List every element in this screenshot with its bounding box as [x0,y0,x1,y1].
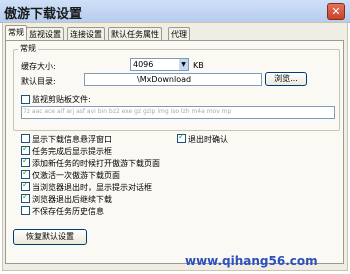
title-bar: 傲游下载设置 ✕ [0,0,350,23]
option-checkbox-0[interactable] [21,134,30,143]
option-label-0: 显示下载信息悬浮窗口 [32,135,112,144]
clipboard-ext-value: 7z aac ace aif arj asf avi bin bz2 exe g… [23,108,232,115]
clipboard-ext-field[interactable]: 7z aac ace aif arj asf avi bin bz2 exe g… [21,106,335,119]
general-group-title: 常规 [18,43,38,54]
window-title: 傲游下载设置 [4,7,83,22]
clipboard-monitor-checkbox[interactable] [21,95,30,104]
restore-defaults-button[interactable]: 恢复默认设置 [13,229,87,245]
clipboard-monitor-label: 监视剪贴板文件: [32,95,91,104]
cache-size-select[interactable]: 4096 ▼ [130,58,189,71]
option-checkbox-4[interactable] [21,180,30,191]
chevron-down-icon[interactable]: ▼ [179,59,188,70]
option-checkbox-6[interactable] [21,206,30,215]
tab-general[interactable]: 常规 [5,25,27,41]
option-checkbox-3[interactable] [21,168,30,179]
tab-proxy[interactable]: 代理 [168,27,190,41]
option-checkbox-5[interactable] [21,192,30,203]
cache-size-value: 4096 [133,60,154,69]
exit-confirm-label: 退出时确认 [188,135,228,144]
browse-button[interactable]: 浏览... [265,72,307,86]
tab-default-task[interactable]: 默认任务属性 [108,27,162,41]
option-label-2: 添加新任务的时候打开傲游下载页面 [32,159,160,168]
default-dir-label: 默认目录: [21,77,56,86]
option-label-3: 仅激活一次傲游下载页面 [32,171,120,180]
default-dir-field[interactable]: \MxDownload [84,73,262,86]
option-label-5: 浏览器退出后继续下载 [32,195,112,204]
exit-confirm-checkbox[interactable] [177,132,186,143]
option-label-6: 不保存任务历史信息 [32,207,104,216]
watermark-text: www.qihang56.com [185,254,318,268]
option-checkbox-1[interactable] [21,144,30,155]
close-icon[interactable]: ✕ [327,3,345,20]
option-checkbox-2[interactable] [21,156,30,167]
cache-size-label: 缓存大小: [21,62,56,71]
option-label-4: 当浏览器退出时，显示提示对话框 [32,183,152,192]
default-dir-value: \MxDownload [137,75,192,84]
cache-unit-label: KB [193,61,204,70]
tab-connection[interactable]: 连接设置 [67,27,105,41]
option-label-1: 任务完成后显示提示框 [32,147,112,156]
tab-monitor[interactable]: 监视设置 [26,27,64,41]
